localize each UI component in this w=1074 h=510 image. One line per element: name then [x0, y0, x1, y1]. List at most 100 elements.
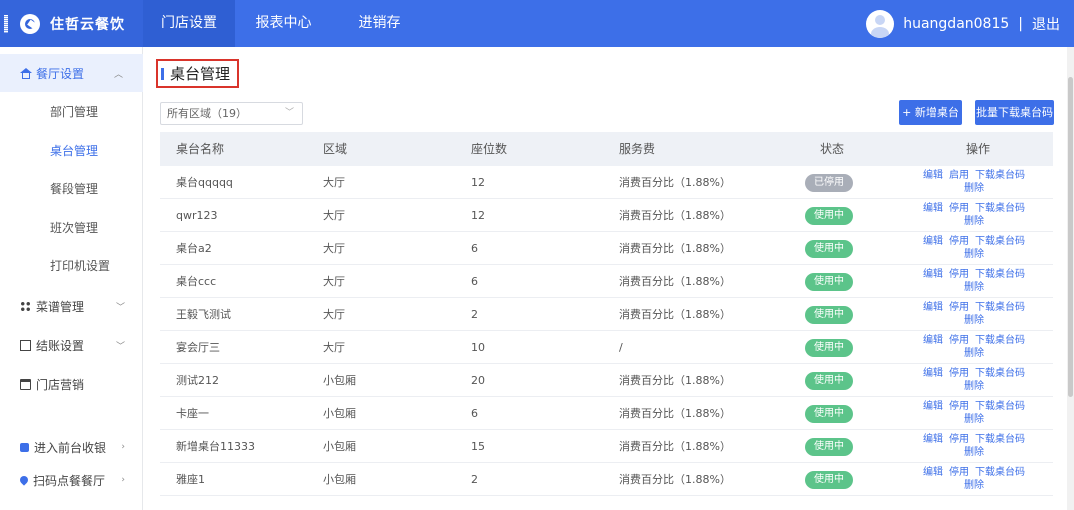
row-actions: 编辑 停用 下载桌台码删除 — [918, 334, 1030, 360]
edit-link[interactable]: 编辑 — [923, 302, 943, 313]
chevron-right-icon: › — [121, 442, 125, 452]
delete-link[interactable]: 删除 — [964, 447, 984, 458]
scrollbar-thumb[interactable] — [1068, 77, 1073, 397]
cell-seats: 6 — [471, 242, 478, 255]
cell-fee: 消费百分比（1.88%） — [619, 374, 731, 387]
cell-seats: 6 — [471, 275, 478, 288]
row-actions: 编辑 停用 下载桌台码删除 — [918, 202, 1030, 228]
username[interactable]: huangdan0815 — [903, 16, 1009, 32]
download-qr-link[interactable]: 下载桌台码 — [975, 203, 1025, 214]
toggle-link[interactable]: 停用 — [949, 269, 969, 280]
toggle-link[interactable]: 停用 — [949, 401, 969, 412]
cell-area: 小包厢 — [323, 374, 356, 387]
delete-link[interactable]: 删除 — [964, 480, 984, 491]
toggle-link[interactable]: 停用 — [949, 368, 969, 379]
toggle-link[interactable]: 停用 — [949, 335, 969, 346]
sidebar-item-shift[interactable]: 班次管理 — [0, 209, 143, 247]
cell-name: 雅座1 — [176, 473, 205, 486]
col-status: 状态 — [820, 142, 845, 156]
cell-name: 王毅飞测试 — [176, 308, 231, 321]
toggle-link[interactable]: 启用 — [949, 170, 969, 181]
col-name: 桌台名称 — [176, 142, 225, 156]
cell-fee: 消费百分比（1.88%） — [619, 176, 731, 189]
sidebar-item-meal-period[interactable]: 餐段管理 — [0, 170, 143, 208]
cell-area: 小包厢 — [323, 473, 356, 486]
batch-download-qr-button[interactable]: 批量下载桌台码 — [975, 100, 1054, 125]
link-scan-order[interactable]: 扫码点餐餐厅 › — [0, 461, 143, 499]
edit-link[interactable]: 编辑 — [923, 368, 943, 379]
area-filter-select[interactable]: 所有区域（19） ﹀ — [160, 102, 303, 125]
avatar-icon[interactable] — [866, 9, 895, 38]
delete-link[interactable]: 删除 — [964, 282, 984, 293]
col-actions: 操作 — [966, 142, 991, 156]
download-qr-link[interactable]: 下载桌台码 — [975, 335, 1025, 346]
cell-seats: 10 — [471, 341, 485, 354]
cell-name: 测试212 — [176, 374, 219, 387]
delete-link[interactable]: 删除 — [964, 216, 984, 227]
page-title-box: 桌台管理 — [156, 59, 239, 88]
delete-link[interactable]: 删除 — [964, 414, 984, 425]
table-row: 宴会厅三 大厅 10 / 使用中 编辑 停用 下载桌台码 删除 — [160, 331, 1053, 364]
download-qr-link[interactable]: 下载桌台码 — [975, 401, 1025, 412]
cell-fee: 消费百分比（1.88%） — [619, 440, 731, 453]
delete-link[interactable]: 删除 — [964, 183, 984, 194]
toggle-link[interactable]: 停用 — [949, 434, 969, 445]
edit-link[interactable]: 编辑 — [923, 335, 943, 346]
download-qr-link[interactable]: 下载桌台码 — [975, 170, 1025, 181]
cell-name: 桌台a2 — [176, 242, 212, 255]
status-badge: 使用中 — [805, 306, 853, 324]
tab-report-center[interactable]: 报表中心 — [235, 0, 332, 47]
row-actions: 编辑 停用 下载桌台码删除 — [918, 301, 1030, 327]
sidebar-group-marketing[interactable]: 门店营销 — [0, 365, 143, 403]
cell-area: 大厅 — [323, 242, 345, 255]
location-pin-icon — [18, 474, 30, 486]
download-qr-link[interactable]: 下载桌台码 — [975, 236, 1025, 247]
row-actions: 编辑 停用 下载桌台码删除 — [918, 235, 1030, 261]
download-qr-link[interactable]: 下载桌台码 — [975, 434, 1025, 445]
cell-area: 小包厢 — [323, 440, 356, 453]
sidebar-group-menu[interactable]: 菜谱管理 ﹀ — [0, 287, 143, 325]
edit-link[interactable]: 编辑 — [923, 467, 943, 478]
sidebar-item-printer[interactable]: 打印机设置 — [0, 247, 143, 285]
main-panel: 桌台管理 所有区域（19） ﹀ + 新增桌台 批量下载桌台码 桌台名称 区域 座… — [143, 47, 1067, 510]
download-qr-link[interactable]: 下载桌台码 — [975, 368, 1025, 379]
edit-link[interactable]: 编辑 — [923, 236, 943, 247]
sidebar-item-table[interactable]: 桌台管理 — [0, 132, 143, 170]
cell-area: 大厅 — [323, 341, 345, 354]
logout-link[interactable]: 退出 — [1032, 14, 1060, 34]
row-actions: 编辑 停用 下载桌台码删除 — [918, 268, 1030, 294]
edit-link[interactable]: 编辑 — [923, 203, 943, 214]
cell-fee: / — [619, 341, 623, 354]
checkout-icon — [20, 339, 31, 351]
toggle-link[interactable]: 停用 — [949, 302, 969, 313]
delete-link[interactable]: 删除 — [964, 249, 984, 260]
toggle-link[interactable]: 停用 — [949, 467, 969, 478]
delete-link[interactable]: 删除 — [964, 381, 984, 392]
edit-link[interactable]: 编辑 — [923, 170, 943, 181]
tab-inventory[interactable]: 进销存 — [332, 0, 427, 47]
download-qr-link[interactable]: 下载桌台码 — [975, 467, 1025, 478]
cell-fee: 消费百分比（1.88%） — [619, 407, 731, 420]
tab-store-settings[interactable]: 门店设置 — [143, 0, 235, 47]
toggle-link[interactable]: 停用 — [949, 203, 969, 214]
download-qr-link[interactable]: 下载桌台码 — [975, 269, 1025, 280]
cell-fee: 消费百分比（1.88%） — [619, 242, 731, 255]
download-qr-link[interactable]: 下载桌台码 — [975, 302, 1025, 313]
delete-link[interactable]: 删除 — [964, 348, 984, 359]
vertical-scrollbar[interactable] — [1067, 47, 1074, 510]
edit-link[interactable]: 编辑 — [923, 269, 943, 280]
add-table-button[interactable]: + 新增桌台 — [899, 100, 962, 125]
edit-link[interactable]: 编辑 — [923, 401, 943, 412]
brand-logo[interactable]: 住哲云餐饮 — [0, 0, 143, 47]
sidebar-group-restaurant[interactable]: 餐厅设置 ︿ — [0, 54, 143, 92]
delete-link[interactable]: 删除 — [964, 315, 984, 326]
toggle-link[interactable]: 停用 — [949, 236, 969, 247]
status-badge: 使用中 — [805, 339, 853, 357]
chevron-down-icon: ﹀ — [115, 302, 125, 313]
cell-seats: 15 — [471, 440, 485, 453]
cell-name: 桌台ccc — [176, 275, 217, 288]
edit-link[interactable]: 编辑 — [923, 434, 943, 445]
table-row: 新增桌台11333 小包厢 15 消费百分比（1.88%） 使用中 编辑 停用 下载桌台码 删除 — [160, 430, 1053, 463]
sidebar-item-department[interactable]: 部门管理 — [0, 93, 143, 131]
sidebar-group-checkout[interactable]: 结账设置 ﹀ — [0, 326, 143, 364]
